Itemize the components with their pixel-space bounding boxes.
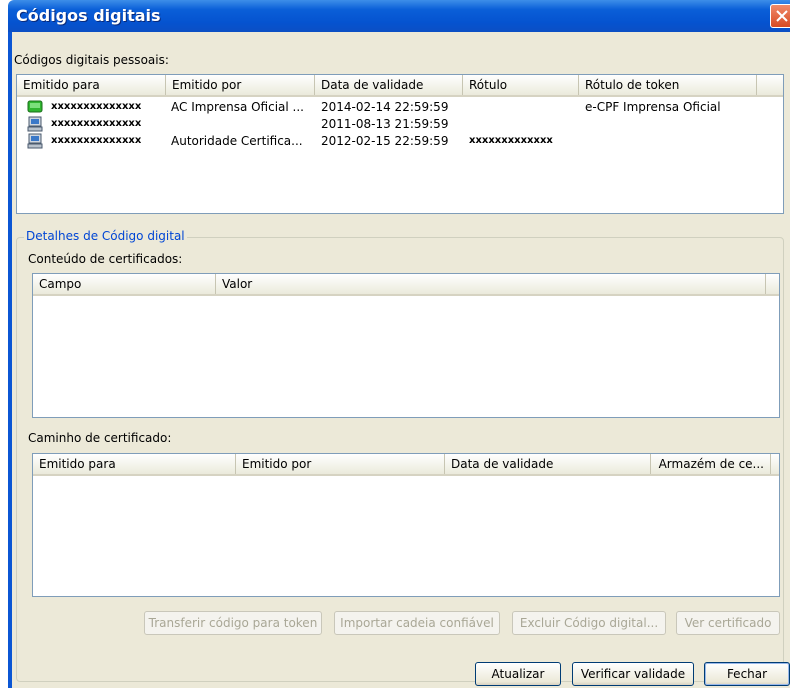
column-header-label[interactable]: Rótulo xyxy=(463,75,579,95)
column-header-store[interactable]: Armazém de ce... xyxy=(651,454,771,474)
cell-valid-until: 2011-08-13 21:59:59 xyxy=(321,117,449,131)
cell-issued-to: xxxxxxxxxxxxxx xyxy=(51,135,142,146)
cell-issued-to: xxxxxxxxxxxxxx xyxy=(51,101,142,112)
column-header-path-issued-by[interactable]: Emitido por xyxy=(236,454,445,474)
cell-valid-until: 2014-02-14 22:59:59 xyxy=(321,100,449,114)
column-header-path-valid-until[interactable]: Data de validade xyxy=(445,454,651,474)
cell-issued-to: xxxxxxxxxxxxxx xyxy=(51,118,142,129)
certificate-content-label: Conteúdo de certificados: xyxy=(28,252,183,266)
column-header-field[interactable]: Campo xyxy=(33,274,216,294)
column-header-token-label[interactable]: Rótulo de token xyxy=(579,75,757,95)
digital-codes-window: Códigos digitais Códigos digitais pessoa… xyxy=(0,0,790,688)
computer-icon xyxy=(27,116,43,132)
verify-validity-button[interactable]: Verificar validade xyxy=(572,662,694,686)
close-icon xyxy=(776,10,788,22)
column-header-value[interactable]: Valor xyxy=(216,274,766,294)
personal-codes-list[interactable]: Emitido para Emitido por Data de validad… xyxy=(16,74,784,214)
column-header-path-issued-to[interactable]: Emitido para xyxy=(33,454,236,474)
computer-icon xyxy=(27,133,43,149)
dialog-body: Códigos digitais pessoais: Emitido para … xyxy=(12,32,790,688)
column-header-valid-until[interactable]: Data de validade xyxy=(315,75,463,95)
list-item[interactable]: xxxxxxxxxxxxxx Autoridade Certifica... 2… xyxy=(17,133,783,149)
path-list-header: Emitido para Emitido por Data de validad… xyxy=(33,454,779,476)
column-header-issued-to[interactable]: Emitido para xyxy=(17,75,166,95)
personal-list-header: Emitido para Emitido por Data de validad… xyxy=(17,75,783,97)
certificate-content-list[interactable]: Campo Valor xyxy=(32,273,780,418)
details-group-label: Detalhes de Código digital xyxy=(24,229,187,243)
personal-codes-label: Códigos digitais pessoais: xyxy=(14,53,169,67)
list-item[interactable]: xxxxxxxxxxxxxx AC Imprensa Oficial ... 2… xyxy=(17,99,783,115)
column-header-issued-by[interactable]: Emitido por xyxy=(166,75,315,95)
cell-token-label: e-CPF Imprensa Oficial xyxy=(585,100,721,114)
view-certificate-button[interactable]: Ver certificado xyxy=(676,611,780,635)
certificate-path-list[interactable]: Emitido para Emitido por Data de validad… xyxy=(32,453,780,597)
list-item[interactable]: xxxxxxxxxxxxxx 2011-08-13 21:59:59 xyxy=(17,116,783,132)
certificate-path-label: Caminho de certificado: xyxy=(28,431,172,445)
window-title: Códigos digitais xyxy=(16,6,161,25)
transfer-to-token-button[interactable]: Transferir código para token xyxy=(144,611,322,635)
cell-issued-by: AC Imprensa Oficial ... xyxy=(171,100,304,114)
smartcard-icon xyxy=(27,99,43,115)
refresh-button[interactable]: Atualizar xyxy=(475,662,561,686)
close-window-button[interactable] xyxy=(770,4,790,28)
cell-issued-by: Autoridade Certifica... xyxy=(171,134,303,148)
close-button[interactable]: Fechar xyxy=(704,662,790,686)
title-bar[interactable]: Códigos digitais xyxy=(8,0,790,32)
delete-digital-code-button[interactable]: Excluir Código digital... xyxy=(512,611,666,635)
content-list-header: Campo Valor xyxy=(33,274,779,296)
cell-valid-until: 2012-02-15 22:59:59 xyxy=(321,134,449,148)
cell-label: xxxxxxxxxxxxx xyxy=(469,135,553,146)
import-trusted-chain-button[interactable]: Importar cadeia confiável xyxy=(334,611,500,635)
